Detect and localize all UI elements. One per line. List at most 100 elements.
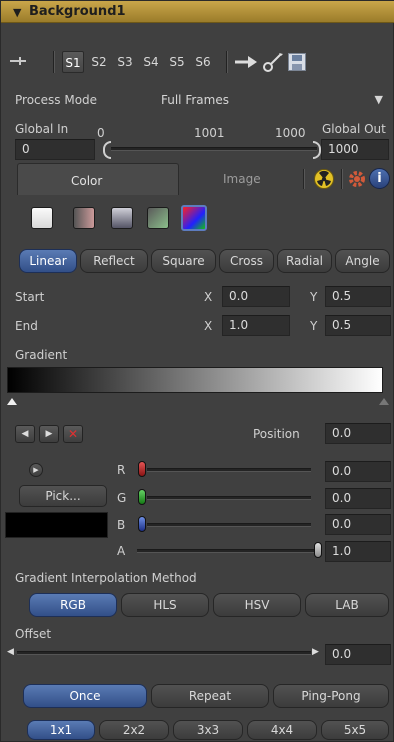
tab-image[interactable]: Image <box>223 172 261 186</box>
process-mode-value: Full Frames <box>161 93 229 107</box>
collapse-triangle-icon[interactable]: ▼ <box>13 6 21 19</box>
start-y-field[interactable]: 0.5 <box>325 286 391 307</box>
gradient-type-linear[interactable]: Linear <box>19 249 77 273</box>
panel-title: Background1 <box>29 4 126 19</box>
start-y-label: Y <box>310 290 318 304</box>
position-label: Position <box>253 427 300 441</box>
interp-lab-button[interactable]: LAB <box>305 593 389 617</box>
chevron-down-icon: ▼ <box>374 93 383 106</box>
green-channel-knob[interactable] <box>138 489 146 505</box>
gradient-stop-right-marker[interactable] <box>379 398 389 405</box>
red-channel-label: R <box>117 463 126 477</box>
next-stop-button[interactable]: ▶ <box>39 425 59 443</box>
slot-s2-button[interactable]: S2 <box>88 51 110 73</box>
subpixel-5x5-button[interactable]: 5x5 <box>321 720 389 740</box>
interp-method-label: Gradient Interpolation Method <box>15 571 197 585</box>
start-label: Start <box>15 290 45 304</box>
slot-s3-button[interactable]: S3 <box>114 51 136 73</box>
four-corner-swatch-button[interactable] <box>147 207 169 229</box>
pin-icon[interactable] <box>9 54 27 68</box>
range-left-handle[interactable] <box>103 141 111 159</box>
arrow-right-icon[interactable] <box>234 53 260 71</box>
process-mode-label: Process Mode <box>15 93 98 107</box>
slot-s4-button[interactable]: S4 <box>140 51 162 73</box>
gradient-label: Gradient <box>15 348 68 362</box>
interp-hls-button[interactable]: HLS <box>121 593 209 617</box>
solid-color-swatch-button[interactable] <box>31 207 53 229</box>
slot-s1-button[interactable]: S1 <box>62 51 84 73</box>
red-channel-slider[interactable] <box>147 468 311 472</box>
offset-slider[interactable] <box>17 651 311 655</box>
gear-icon[interactable] <box>347 169 367 189</box>
red-channel-knob[interactable] <box>138 461 146 477</box>
range-start-label: 0 <box>97 126 105 140</box>
tab-divider <box>341 169 342 189</box>
subpixel-4x4-button[interactable]: 4x4 <box>247 720 317 740</box>
gradient-stop-left-marker[interactable] <box>7 398 17 405</box>
gradient-type-angle[interactable]: Angle <box>335 249 390 273</box>
delete-stop-button[interactable]: ✕ <box>63 425 83 443</box>
gradient-type-square[interactable]: Square <box>151 249 216 273</box>
blue-channel-label: B <box>117 518 126 532</box>
alpha-channel-slider[interactable] <box>137 549 315 553</box>
pick-color-button[interactable]: Pick... <box>19 485 107 507</box>
subpixel-3x3-button[interactable]: 3x3 <box>173 720 243 740</box>
start-x-label: X <box>204 290 213 304</box>
offset-left-arrow-icon[interactable]: ◀ <box>7 647 14 657</box>
blue-channel-knob[interactable] <box>138 516 146 532</box>
color-swatch[interactable] <box>5 512 108 538</box>
gradient-type-reflect[interactable]: Reflect <box>80 249 148 273</box>
repeat-once-button[interactable]: Once <box>23 684 147 708</box>
horizontal-gradient-swatch-button[interactable] <box>73 207 95 229</box>
green-channel-slider[interactable] <box>147 496 311 500</box>
red-channel-field[interactable]: 0.0 <box>325 461 391 482</box>
slot-s5-button[interactable]: S5 <box>166 51 188 73</box>
range-end-label: 1000 <box>275 126 306 140</box>
end-y-field[interactable]: 0.5 <box>325 315 391 336</box>
repeat-pingpong-button[interactable]: Ping-Pong <box>273 684 389 708</box>
end-x-field[interactable]: 1.0 <box>222 315 290 336</box>
global-out-field[interactable]: 1000 <box>321 139 389 160</box>
gradient-type-cross[interactable]: Cross <box>219 249 274 273</box>
gradient-swatch-button[interactable] <box>181 205 207 231</box>
gradient-type-radial[interactable]: Radial <box>277 249 332 273</box>
range-right-handle[interactable] <box>313 141 321 159</box>
background-tool-panel: ▼ Background1 S1 S2 S3 S4 S5 S6 Process … <box>0 0 394 742</box>
alpha-channel-knob[interactable] <box>314 542 322 558</box>
subpixel-1x1-button[interactable]: 1x1 <box>27 720 95 740</box>
start-x-field[interactable]: 0.0 <box>222 286 290 307</box>
global-out-label: Global Out <box>322 122 386 136</box>
interp-hsv-button[interactable]: HSV <box>213 593 301 617</box>
panel-header[interactable]: ▼ Background1 <box>1 1 394 23</box>
position-field[interactable]: 0.0 <box>325 423 391 444</box>
blue-channel-slider[interactable] <box>147 523 311 527</box>
link-icon[interactable] <box>262 51 284 73</box>
prev-stop-button[interactable]: ◀ <box>15 425 35 443</box>
green-channel-field[interactable]: 0.0 <box>325 488 391 509</box>
save-icon[interactable] <box>288 53 306 71</box>
toolbar-divider <box>53 51 54 73</box>
end-y-label: Y <box>310 319 318 333</box>
slot-s6-button[interactable]: S6 <box>192 51 214 73</box>
alpha-channel-field[interactable]: 1.0 <box>325 541 391 562</box>
gradient-bar[interactable] <box>7 367 383 393</box>
repeat-repeat-button[interactable]: Repeat <box>151 684 269 708</box>
process-mode-dropdown[interactable]: Full Frames ▼ <box>161 89 389 111</box>
interp-rgb-button[interactable]: RGB <box>29 593 117 617</box>
blue-channel-field[interactable]: 0.0 <box>325 514 391 535</box>
offset-right-arrow-icon[interactable]: ▶ <box>312 647 319 657</box>
vertical-gradient-swatch-button[interactable] <box>111 207 133 229</box>
expand-color-controls-button[interactable]: ▶ <box>29 463 43 477</box>
alpha-channel-label: A <box>117 544 126 558</box>
toolbar-divider <box>226 51 227 73</box>
tab-divider <box>303 169 304 189</box>
global-in-field[interactable]: 0 <box>15 139 95 160</box>
tab-color-label: Color <box>71 174 103 188</box>
info-icon[interactable]: i <box>369 168 390 189</box>
radiation-icon[interactable] <box>314 169 334 189</box>
end-label: End <box>15 319 38 333</box>
offset-field[interactable]: 0.0 <box>325 644 391 665</box>
range-mid-label: 1001 <box>194 126 225 140</box>
subpixel-2x2-button[interactable]: 2x2 <box>99 720 169 740</box>
global-range-slider[interactable] <box>111 147 317 151</box>
